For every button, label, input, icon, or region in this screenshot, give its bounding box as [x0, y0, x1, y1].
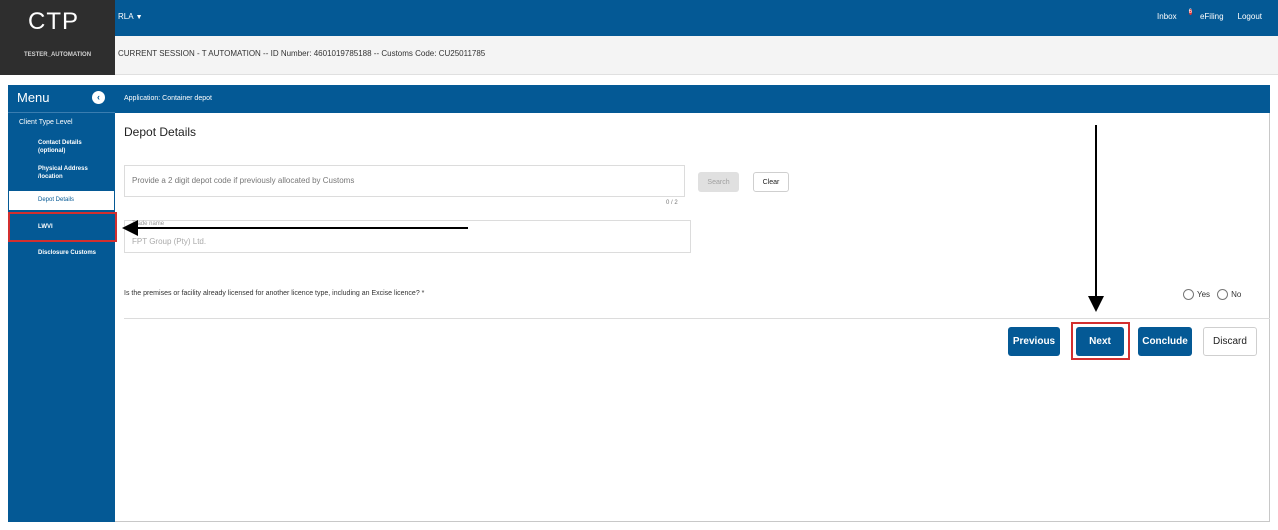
trade-name-label: Trade name: [132, 221, 165, 227]
content-header: Application: Container depot: [115, 85, 1270, 113]
yes-radio[interactable]: [1183, 289, 1194, 300]
inbox-link[interactable]: Inbox 6: [1157, 9, 1192, 23]
trade-name-field[interactable]: Trade name FPT Group (Pty) Ltd.: [124, 220, 691, 253]
previous-button[interactable]: Previous: [1008, 327, 1060, 356]
menu-toggle-icon[interactable]: ‹: [92, 91, 105, 104]
trade-name-value: FPT Group (Pty) Ltd.: [132, 237, 207, 246]
username: TESTER_AUTOMATION: [23, 52, 92, 58]
session-text: CURRENT SESSION - T AUTOMATION -- ID Num…: [118, 49, 486, 58]
discard-button[interactable]: Discard: [1203, 327, 1257, 356]
top-bar: RLA ▼ Inbox 6 eFiling Logout: [0, 0, 1278, 36]
main-frame: [8, 85, 1270, 522]
sidebar-item-contact-details[interactable]: Contact Details (optional): [38, 139, 108, 155]
menu-title: Menu: [17, 90, 50, 105]
licence-question: Is the premises or facility already lice…: [124, 290, 425, 297]
depot-code-counter: 0 / 2: [666, 200, 678, 206]
app-menu-dropdown[interactable]: RLA ▼: [118, 12, 143, 21]
conclude-button[interactable]: Conclude: [1138, 327, 1192, 356]
lwvi-highlight-box: [8, 212, 117, 242]
session-bar: CURRENT SESSION - T AUTOMATION -- ID Num…: [115, 36, 1278, 75]
logo-box: CTP TESTER_AUTOMATION: [0, 0, 115, 75]
chevron-down-icon: ▼: [135, 14, 143, 21]
sidebar: Menu ‹ Client Type Level Contact Details…: [8, 85, 115, 522]
licence-radio-group: Yes No: [1183, 289, 1245, 300]
yes-label: Yes: [1197, 290, 1211, 299]
sidebar-item-physical-address[interactable]: Physical Address /location: [38, 165, 108, 181]
sidebar-item-depot-details[interactable]: Depot Details: [9, 191, 114, 210]
page: RLA ▼ Inbox 6 eFiling Logout CTP TESTER_AU…: [0, 0, 1278, 530]
no-label: No: [1231, 290, 1242, 299]
next-highlight-box: [1071, 322, 1130, 360]
application-label: Application: Container depot: [124, 95, 212, 102]
depot-code-input[interactable]: Provide a 2 digit depot code if previous…: [124, 165, 685, 197]
search-button[interactable]: Search: [698, 172, 739, 192]
sidebar-item-disclosure-customs[interactable]: Disclosure Customs: [38, 249, 108, 257]
sidebar-level-label: Client Type Level: [19, 119, 73, 126]
logout-link[interactable]: Logout: [1238, 12, 1262, 23]
logo: CTP: [28, 8, 79, 35]
top-links: Inbox 6 eFiling Logout: [1157, 9, 1262, 23]
divider: [124, 318, 1270, 319]
clear-button[interactable]: Clear: [753, 172, 789, 192]
section-title: Depot Details: [124, 125, 197, 139]
no-radio[interactable]: [1217, 289, 1229, 300]
inbox-badge: 6: [1188, 9, 1192, 15]
efiling-link[interactable]: eFiling: [1200, 12, 1224, 23]
menu-header: Menu ‹: [8, 85, 115, 113]
